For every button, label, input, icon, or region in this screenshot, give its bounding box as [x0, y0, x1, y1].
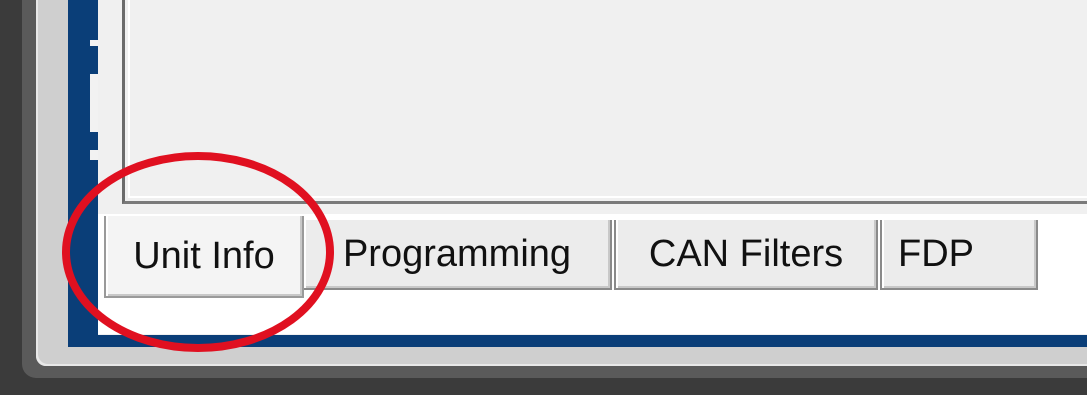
tab-fdp[interactable]: FDP [880, 220, 1038, 290]
tab-label: FDP [898, 232, 974, 275]
tab-programming[interactable]: Programming [302, 220, 612, 290]
tab-label: Programming [342, 232, 572, 275]
frame-notch [90, 40, 98, 46]
tab-unit-info[interactable]: Unit Info [104, 216, 304, 298]
frame-notch [90, 74, 98, 132]
tab-label: CAN Filters [648, 232, 844, 275]
tab-label: Unit Info [133, 234, 275, 277]
tab-can-filters[interactable]: CAN Filters [614, 220, 878, 290]
tab-page-highlight [128, 0, 1087, 198]
frame-notch [90, 150, 98, 160]
